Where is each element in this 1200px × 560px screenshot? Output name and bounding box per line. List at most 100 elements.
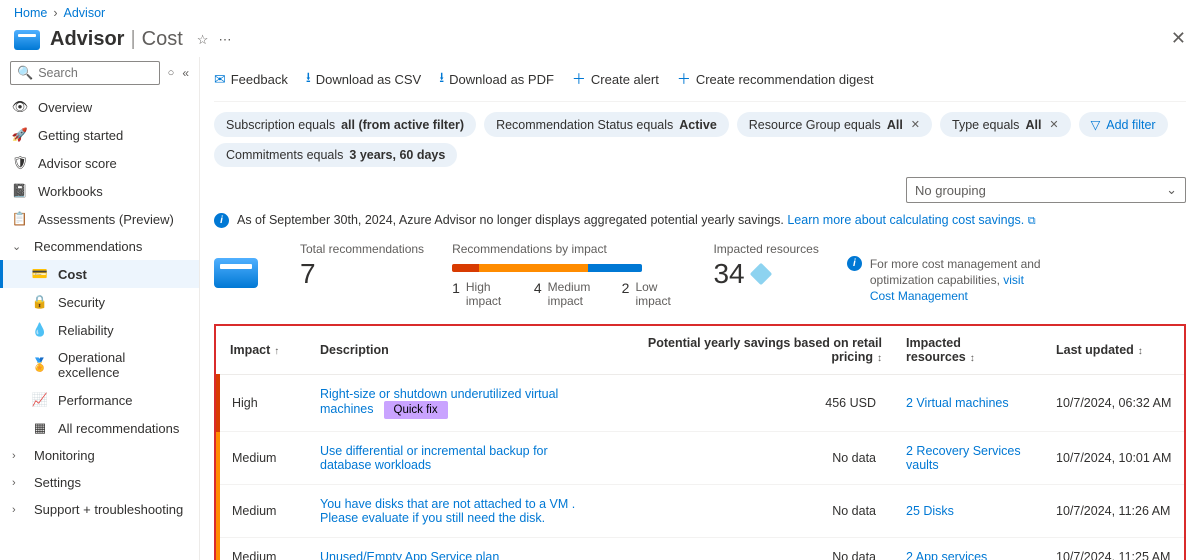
page-header: Advisor | Cost ☆ ⋯ ✕ [0, 26, 1200, 57]
toolbar: ✉Feedback ⭳Download as CSV ⭳Download as … [214, 63, 1186, 102]
resources-link[interactable]: 2 Virtual machines [906, 396, 1009, 410]
sidebar-item-icon: 💧 [32, 322, 48, 338]
cell-resources: 2 Virtual machines [894, 375, 1044, 432]
sidebar-item-security[interactable]: 🔒 Security [0, 288, 199, 316]
sidebar-item[interactable]: 📓Workbooks [0, 177, 199, 205]
sidebar-item[interactable]: 👁Overview [0, 93, 199, 121]
cell-updated: 10/7/2024, 06:32 AM [1044, 375, 1184, 432]
filter-row: Subscription equals all (from active fil… [214, 102, 1186, 143]
sidebar-item[interactable]: 📋Assessments (Preview) [0, 205, 199, 233]
external-link-icon: ⧉ [1028, 215, 1036, 227]
table-row: HighRight-size or shutdown underutilized… [218, 375, 1184, 432]
sidebar-item-label: Security [58, 295, 105, 310]
refresh-icon[interactable]: ○ [168, 67, 175, 79]
download-icon: ⭳ [306, 67, 311, 91]
grouping-select[interactable]: No grouping ⌄ [906, 177, 1186, 203]
search-input[interactable]: 🔍 [10, 61, 160, 85]
col-updated[interactable]: Last updated↕ [1044, 326, 1184, 375]
sidebar-item-label: Support + troubleshooting [34, 502, 183, 517]
close-icon[interactable]: ✕ [1049, 118, 1058, 131]
sidebar-item-icon: 🔒 [32, 294, 48, 310]
sidebar-group[interactable]: › Settings [0, 469, 199, 496]
impacted-value: 34 [713, 260, 744, 288]
info-icon: i [214, 213, 229, 228]
more-icon[interactable]: ⋯ [218, 32, 231, 48]
cell-description: You have disks that are not attached to … [308, 485, 604, 538]
sidebar-item[interactable]: 🚀 Getting started [0, 121, 199, 149]
col-resources[interactable]: Impacted resources↕ [894, 326, 1044, 375]
create-alert-button[interactable]: ＋Create alert [572, 69, 659, 89]
cell-savings: No data [604, 432, 894, 485]
info-banner: i As of September 30th, 2024, Azure Advi… [214, 211, 1186, 238]
sidebar-item-all-recommendations[interactable]: ▦All recommendations [0, 414, 199, 442]
sidebar-item-icon: 🛡 [12, 155, 28, 171]
feedback-icon: ✉ [214, 71, 226, 88]
sidebar-item-operational-excellence[interactable]: 🏅 Operational excellence [0, 344, 199, 386]
col-description[interactable]: Description [308, 326, 604, 375]
sidebar-item-label: All recommendations [58, 421, 179, 436]
sidebar-item-label: Performance [58, 393, 132, 408]
sidebar-item-icon: 🏅 [32, 357, 48, 373]
chevron-right-icon: › [12, 450, 24, 462]
breadcrumb-home[interactable]: Home [14, 6, 47, 20]
sidebar-item-label: Settings [34, 475, 81, 490]
link-learn-more[interactable]: Learn more about calculating cost saving… [787, 213, 1024, 227]
breadcrumb-advisor[interactable]: Advisor [64, 6, 106, 20]
sidebar-item-performance[interactable]: 📈Performance [0, 386, 199, 414]
pin-icon[interactable]: ☆ [197, 32, 209, 48]
col-savings[interactable]: Potential yearly savings based on retail… [604, 326, 894, 375]
recommendation-link[interactable]: Use differential or incremental backup f… [320, 444, 548, 472]
chevron-down-icon: ⌄ [1166, 182, 1177, 198]
table-row: MediumUse differential or incremental ba… [218, 432, 1184, 485]
chevron-right-icon: › [12, 477, 24, 489]
sidebar-item[interactable]: 🛡Advisor score [0, 149, 199, 177]
cell-impact: High [218, 375, 308, 432]
chevron-right-icon: › [53, 6, 57, 20]
total-recs-value: 7 [300, 260, 424, 288]
create-digest-button[interactable]: ＋Create recommendation digest [677, 69, 874, 89]
sidebar-item-icon: 🚀 [12, 127, 28, 143]
collapse-sidebar-icon[interactable]: « [182, 66, 189, 80]
recommendation-link[interactable]: You have disks that are not attached to … [320, 497, 575, 525]
breadcrumb: Home › Advisor [0, 0, 1200, 26]
resources-link[interactable]: 2 Recovery Services vaults [906, 444, 1021, 472]
add-filter-button[interactable]: ▽Add filter [1079, 112, 1168, 137]
resources-link[interactable]: 2 App services [906, 550, 987, 560]
cell-resources: 2 Recovery Services vaults [894, 432, 1044, 485]
sidebar-item-label: Overview [38, 100, 92, 115]
sidebar-group[interactable]: ›Support + troubleshooting [0, 496, 199, 523]
feedback-button[interactable]: ✉Feedback [214, 71, 288, 88]
close-button[interactable]: ✕ [1171, 28, 1186, 49]
cell-updated: 10/7/2024, 11:26 AM [1044, 485, 1184, 538]
filter-subscription[interactable]: Subscription equals all (from active fil… [214, 112, 476, 137]
sidebar-item-cost[interactable]: 💳 Cost [0, 260, 199, 288]
sidebar-group-recommendations[interactable]: ⌄Recommendations [0, 233, 199, 260]
plus-icon: ＋ [572, 69, 586, 89]
sidebar-item-label: Cost [58, 267, 87, 282]
impacted-label: Impacted resources [713, 242, 818, 256]
filter-status[interactable]: Recommendation Status equals Active [484, 112, 729, 137]
sidebar-item-label: Getting started [38, 128, 123, 143]
cell-savings: No data [604, 485, 894, 538]
download-pdf-button[interactable]: ⭳Download as PDF [439, 67, 554, 91]
sidebar-item-reliability[interactable]: 💧Reliability [0, 316, 199, 344]
sidebar-item-label: Operational excellence [58, 350, 187, 380]
filter-icon: ▽ [1091, 117, 1101, 132]
filter-resource-group[interactable]: Resource Group equals All✕ [737, 112, 932, 137]
summary-row: Total recommendations 7 Recommendations … [214, 238, 1186, 322]
sidebar-item-icon: 📓 [12, 183, 28, 199]
sort-icon: ↕ [970, 353, 975, 364]
download-csv-button[interactable]: ⭳Download as CSV [306, 67, 421, 91]
chevron-down-icon: ⌄ [12, 240, 24, 253]
close-icon[interactable]: ✕ [911, 118, 920, 131]
impact-bar [452, 264, 642, 272]
col-impact[interactable]: Impact↑ [218, 326, 308, 375]
download-icon: ⭳ [439, 67, 444, 91]
sidebar-group[interactable]: ›Monitoring [0, 442, 199, 469]
resources-link[interactable]: 25 Disks [906, 504, 954, 518]
sidebar-item-icon: 💳 [32, 266, 48, 282]
filter-type[interactable]: Type equals All✕ [940, 112, 1071, 137]
sidebar-item-icon: 📋 [12, 211, 28, 227]
recommendation-link[interactable]: Unused/Empty App Service plan [320, 550, 499, 560]
filter-commitments[interactable]: Commitments equals 3 years, 60 days [214, 143, 457, 167]
